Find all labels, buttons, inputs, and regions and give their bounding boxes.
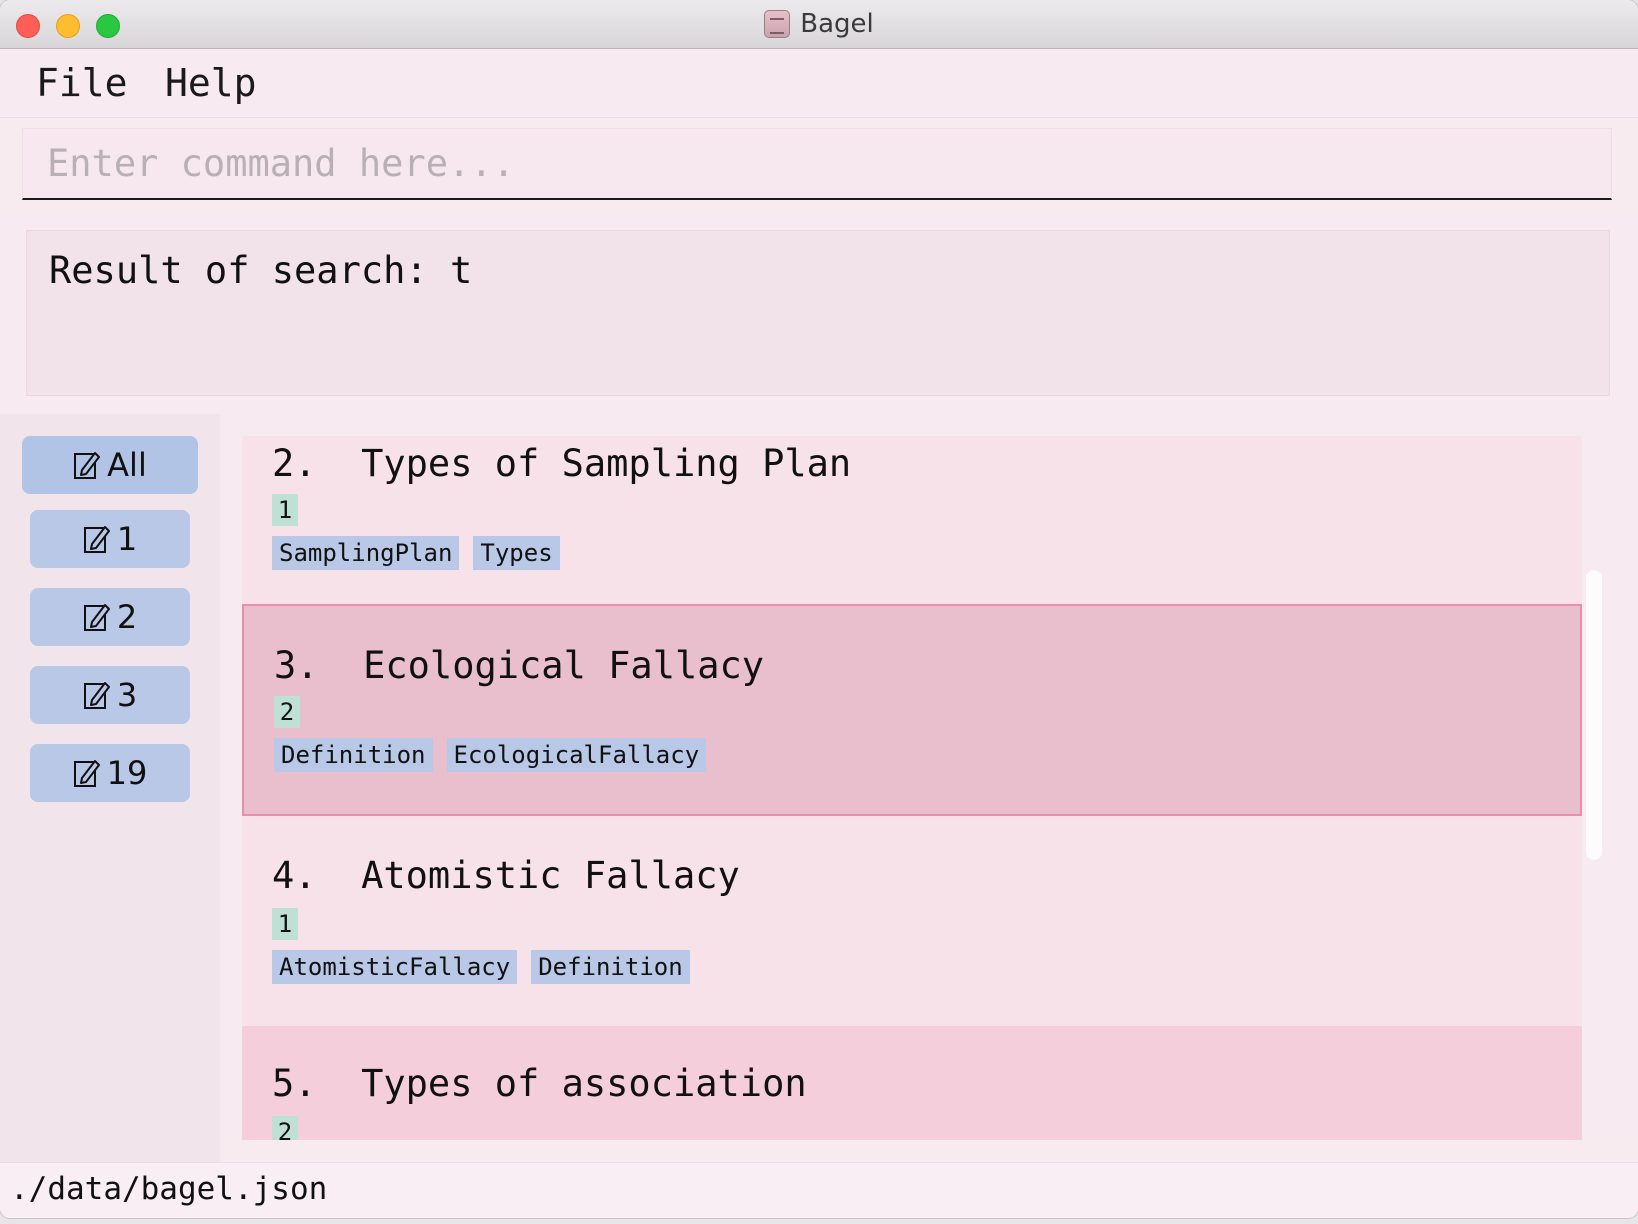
tag-label: Types bbox=[473, 536, 560, 570]
tag-label: Definition bbox=[531, 950, 690, 984]
card-title: 5. Types of association bbox=[272, 1062, 807, 1105]
sidebar-item-3[interactable]: 3 bbox=[30, 666, 190, 724]
result-text: Result of search: t bbox=[49, 249, 473, 292]
sidebar-item-label: 19 bbox=[106, 754, 148, 792]
sidebar-item-2[interactable]: 2 bbox=[30, 588, 190, 646]
edit-note-icon bbox=[73, 449, 101, 481]
card-tags: Definition EcologicalFallacy bbox=[274, 738, 707, 772]
menu-help[interactable]: Help bbox=[165, 61, 257, 105]
list-item[interactable]: 2. Types of Sampling Plan 1 SamplingPlan… bbox=[242, 436, 1582, 604]
menu-file[interactable]: File bbox=[36, 61, 128, 105]
card-badge: 2 bbox=[274, 696, 300, 728]
flashcard-list: 2. Types of Sampling Plan 1 SamplingPlan… bbox=[220, 414, 1638, 1140]
sidebar-item-19[interactable]: 19 bbox=[30, 744, 190, 802]
sidebar-item-label: All bbox=[107, 446, 147, 484]
command-input[interactable] bbox=[23, 129, 1611, 198]
edit-note-icon bbox=[83, 601, 111, 633]
edit-note-icon bbox=[83, 679, 111, 711]
command-box bbox=[22, 128, 1612, 200]
card-badge: 2 bbox=[272, 1116, 298, 1140]
card-tags: AtomisticFallacy Definition bbox=[272, 950, 690, 984]
list-item[interactable]: 4. Atomistic Fallacy 1 AtomisticFallacy … bbox=[242, 816, 1582, 1026]
window-title: Bagel bbox=[800, 9, 874, 39]
edit-note-icon bbox=[83, 523, 111, 555]
card-title: 2. Types of Sampling Plan bbox=[272, 442, 852, 485]
data-file-path: ./data/bagel.json bbox=[10, 1171, 328, 1207]
status-bar: ./data/bagel.json bbox=[0, 1162, 1638, 1218]
title-bar: Bagel bbox=[0, 0, 1638, 49]
result-panel: Result of search: t bbox=[0, 214, 1638, 410]
window-title-group: Bagel bbox=[0, 0, 1638, 48]
notebook-icon bbox=[764, 10, 791, 38]
list-item[interactable]: 5. Types of association 2 bbox=[242, 1026, 1582, 1140]
card-title: 4. Atomistic Fallacy bbox=[272, 854, 740, 897]
card-title: 3. Ecological Fallacy bbox=[274, 644, 765, 687]
tag-label: SamplingPlan bbox=[272, 536, 460, 570]
card-badge: 1 bbox=[272, 908, 298, 940]
app-window: Bagel File Help Result of search: t All … bbox=[0, 0, 1638, 1218]
sidebar-item-label: 1 bbox=[116, 520, 138, 558]
sidebar-item-label: 3 bbox=[116, 676, 138, 714]
sidebar-item-1[interactable]: 1 bbox=[30, 510, 190, 568]
card-badge: 1 bbox=[272, 494, 298, 526]
tag-label: AtomisticFallacy bbox=[272, 950, 518, 984]
list-item-selected[interactable]: 3. Ecological Fallacy 2 Definition Ecolo… bbox=[242, 604, 1582, 816]
sidebar-item-label: 2 bbox=[116, 598, 138, 636]
result-display: Result of search: t bbox=[26, 230, 1610, 396]
edit-note-icon bbox=[73, 757, 101, 789]
flashcard-sets-sidebar: All 1 2 3 19 bbox=[0, 414, 220, 1162]
list-scrollbar[interactable] bbox=[1586, 570, 1602, 860]
sidebar-item-all[interactable]: All bbox=[22, 436, 198, 494]
tag-label: Definition bbox=[274, 738, 433, 772]
menu-bar: File Help bbox=[0, 49, 1638, 118]
tag-label: EcologicalFallacy bbox=[446, 738, 707, 772]
card-tags: SamplingPlan Types bbox=[272, 536, 560, 570]
